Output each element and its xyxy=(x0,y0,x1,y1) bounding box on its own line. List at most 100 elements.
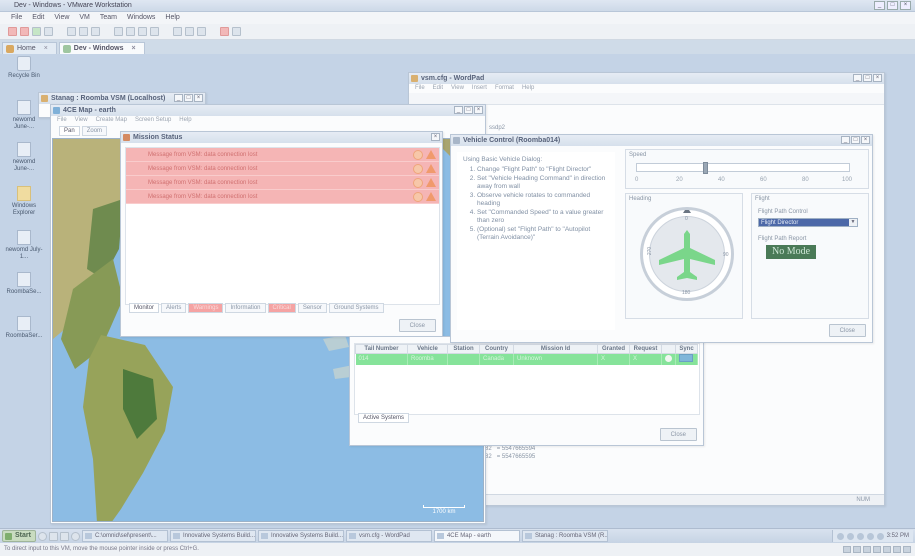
taskbar-button-active[interactable]: 4CE Map - earth xyxy=(433,530,520,542)
menu-format[interactable]: Format xyxy=(495,84,514,93)
maximize-button[interactable]: □ xyxy=(887,1,898,10)
menu-view[interactable]: View xyxy=(75,116,88,125)
snapshot-icon[interactable] xyxy=(67,27,76,36)
close-button[interactable]: × xyxy=(900,1,911,10)
close-button[interactable]: × xyxy=(861,136,870,144)
speed-slider[interactable] xyxy=(636,162,850,174)
tab-ground-systems[interactable]: Ground Systems xyxy=(328,303,384,313)
taskbar-button[interactable]: C:\omnid\sel\present\... xyxy=(81,530,168,542)
mission-status-close-button[interactable]: Close xyxy=(398,319,436,332)
menu-create-map[interactable]: Create Map xyxy=(96,116,127,125)
alert-row[interactable]: Message from VSM: data connection lost xyxy=(126,190,439,204)
menu-windows[interactable]: Windows xyxy=(127,12,155,24)
menu-view[interactable]: View xyxy=(54,12,69,24)
menu-edit[interactable]: Edit xyxy=(32,12,44,24)
floppy-icon[interactable] xyxy=(863,546,871,553)
desktop-icon-roomba-1[interactable]: RoombaSe... xyxy=(4,272,44,296)
cell-status-icon[interactable] xyxy=(661,353,676,365)
tab-dev-windows[interactable]: Dev - Windows × xyxy=(58,42,145,54)
acknowledge-icon[interactable] xyxy=(413,178,423,188)
col-request[interactable]: Request xyxy=(629,344,662,354)
desktop-icon-explorer[interactable]: Windows Explorer xyxy=(4,186,44,217)
network-adapter-icon[interactable] xyxy=(873,546,881,553)
start-button[interactable]: Start xyxy=(2,530,36,542)
menu-screen-setup[interactable]: Screen Setup xyxy=(135,116,171,125)
menu-file[interactable]: File xyxy=(415,84,425,93)
minimize-button[interactable]: _ xyxy=(874,1,885,10)
taskbar-button[interactable]: vsm.cfg - WordPad xyxy=(345,530,432,542)
tabs-icon[interactable] xyxy=(185,27,194,36)
alert-row[interactable]: Message from VSM: data connection lost xyxy=(126,148,439,162)
tab-home[interactable]: Home × xyxy=(2,42,57,54)
security-icon[interactable] xyxy=(856,532,864,540)
close-button[interactable]: × xyxy=(873,74,882,82)
vehicle-control-window[interactable]: Vehicle Control (Roomba014) _ □ × Using Ba… xyxy=(450,134,873,343)
col-tail-number[interactable]: Tail Number xyxy=(355,344,408,354)
mission-status-title-bar[interactable]: Mission Status × xyxy=(121,132,442,143)
sidebar-icon[interactable] xyxy=(173,27,182,36)
record-icon[interactable] xyxy=(220,27,229,36)
alert-row[interactable]: Message from VSM: data connection lost xyxy=(126,162,439,176)
minimize-button[interactable]: _ xyxy=(841,136,850,144)
col-station[interactable]: Station xyxy=(447,344,480,354)
quicklaunch-ie-icon[interactable] xyxy=(37,531,47,541)
desktop-icon-recycle-bin[interactable]: Recycle Bin xyxy=(4,56,44,80)
close-tab-icon[interactable]: × xyxy=(132,45,136,52)
clock[interactable]: 3:52 PM xyxy=(887,533,909,539)
menu-vm[interactable]: VM xyxy=(79,12,90,24)
close-button[interactable]: × xyxy=(194,94,203,102)
cell-sync[interactable] xyxy=(675,353,698,365)
acknowledge-icon[interactable] xyxy=(413,150,423,160)
chevron-down-icon[interactable]: ▼ xyxy=(849,219,857,226)
sound-icon[interactable] xyxy=(893,546,901,553)
menu-help[interactable]: Help xyxy=(179,116,191,125)
taskbar-button[interactable]: Innovative Systems Build... xyxy=(257,530,344,542)
desktop-icon-doc-2[interactable]: newomd June-... xyxy=(4,142,44,173)
menu-view[interactable]: View xyxy=(451,84,464,93)
suspend-icon[interactable] xyxy=(20,27,29,36)
menu-team[interactable]: Team xyxy=(100,12,117,24)
close-tab-icon[interactable]: × xyxy=(44,45,48,52)
tab-critical[interactable]: Critical xyxy=(267,303,296,313)
minimize-button[interactable]: _ xyxy=(853,74,862,82)
acknowledge-icon[interactable] xyxy=(413,192,423,202)
menu-edit[interactable]: Edit xyxy=(433,84,443,93)
tab-information[interactable]: Information xyxy=(225,303,266,313)
acknowledge-icon[interactable] xyxy=(413,164,423,174)
cdrom-icon[interactable] xyxy=(853,546,861,553)
menu-insert[interactable]: Insert xyxy=(472,84,487,93)
maximize-button[interactable]: □ xyxy=(851,136,860,144)
col-sync[interactable]: Sync xyxy=(675,344,698,354)
quicklaunch-desktop-icon[interactable] xyxy=(48,531,58,541)
menu-help[interactable]: Help xyxy=(522,84,534,93)
usb-icon[interactable] xyxy=(883,546,891,553)
update-icon[interactable] xyxy=(866,532,874,540)
maximize-button[interactable]: □ xyxy=(184,94,193,102)
col-granted[interactable]: Granted xyxy=(597,344,630,354)
vehicle-control-close-button[interactable]: Close xyxy=(828,324,866,337)
menu-file[interactable]: File xyxy=(11,12,22,24)
alert-row[interactable]: Message from VSM: data connection lost xyxy=(126,176,439,190)
replay-icon[interactable] xyxy=(232,27,241,36)
view-full-screen-icon[interactable] xyxy=(138,27,147,36)
active-systems-window[interactable]: Tail Number Vehicle Station Country Miss… xyxy=(349,336,704,446)
volume-icon[interactable] xyxy=(846,532,854,540)
desktop-icon-doc-3[interactable]: newomd July-1... xyxy=(4,230,44,261)
message-log-icon[interactable] xyxy=(903,546,911,553)
maximize-button[interactable]: □ xyxy=(464,106,473,114)
snapshot-manager-icon[interactable] xyxy=(91,27,100,36)
table-row[interactable]: 014 Roomba Canada Unknown X X xyxy=(355,353,698,365)
power-on-icon[interactable] xyxy=(32,27,41,36)
revert-snapshot-icon[interactable] xyxy=(79,27,88,36)
close-button[interactable]: × xyxy=(474,106,483,114)
view-quick-switch-icon[interactable] xyxy=(126,27,135,36)
tab-alerts[interactable]: Alerts xyxy=(161,303,187,313)
network-icon[interactable] xyxy=(836,532,844,540)
summary-icon[interactable] xyxy=(197,27,206,36)
taskbar-button[interactable]: Innovative Systems Build... xyxy=(169,530,256,542)
desktop-icon-roomba-2[interactable]: RoombaSer... xyxy=(4,316,44,340)
minimize-button[interactable]: _ xyxy=(454,106,463,114)
tab-sensor[interactable]: Sensor xyxy=(297,303,327,313)
speed-slider-thumb[interactable] xyxy=(703,162,708,174)
close-button[interactable]: × xyxy=(431,133,440,141)
